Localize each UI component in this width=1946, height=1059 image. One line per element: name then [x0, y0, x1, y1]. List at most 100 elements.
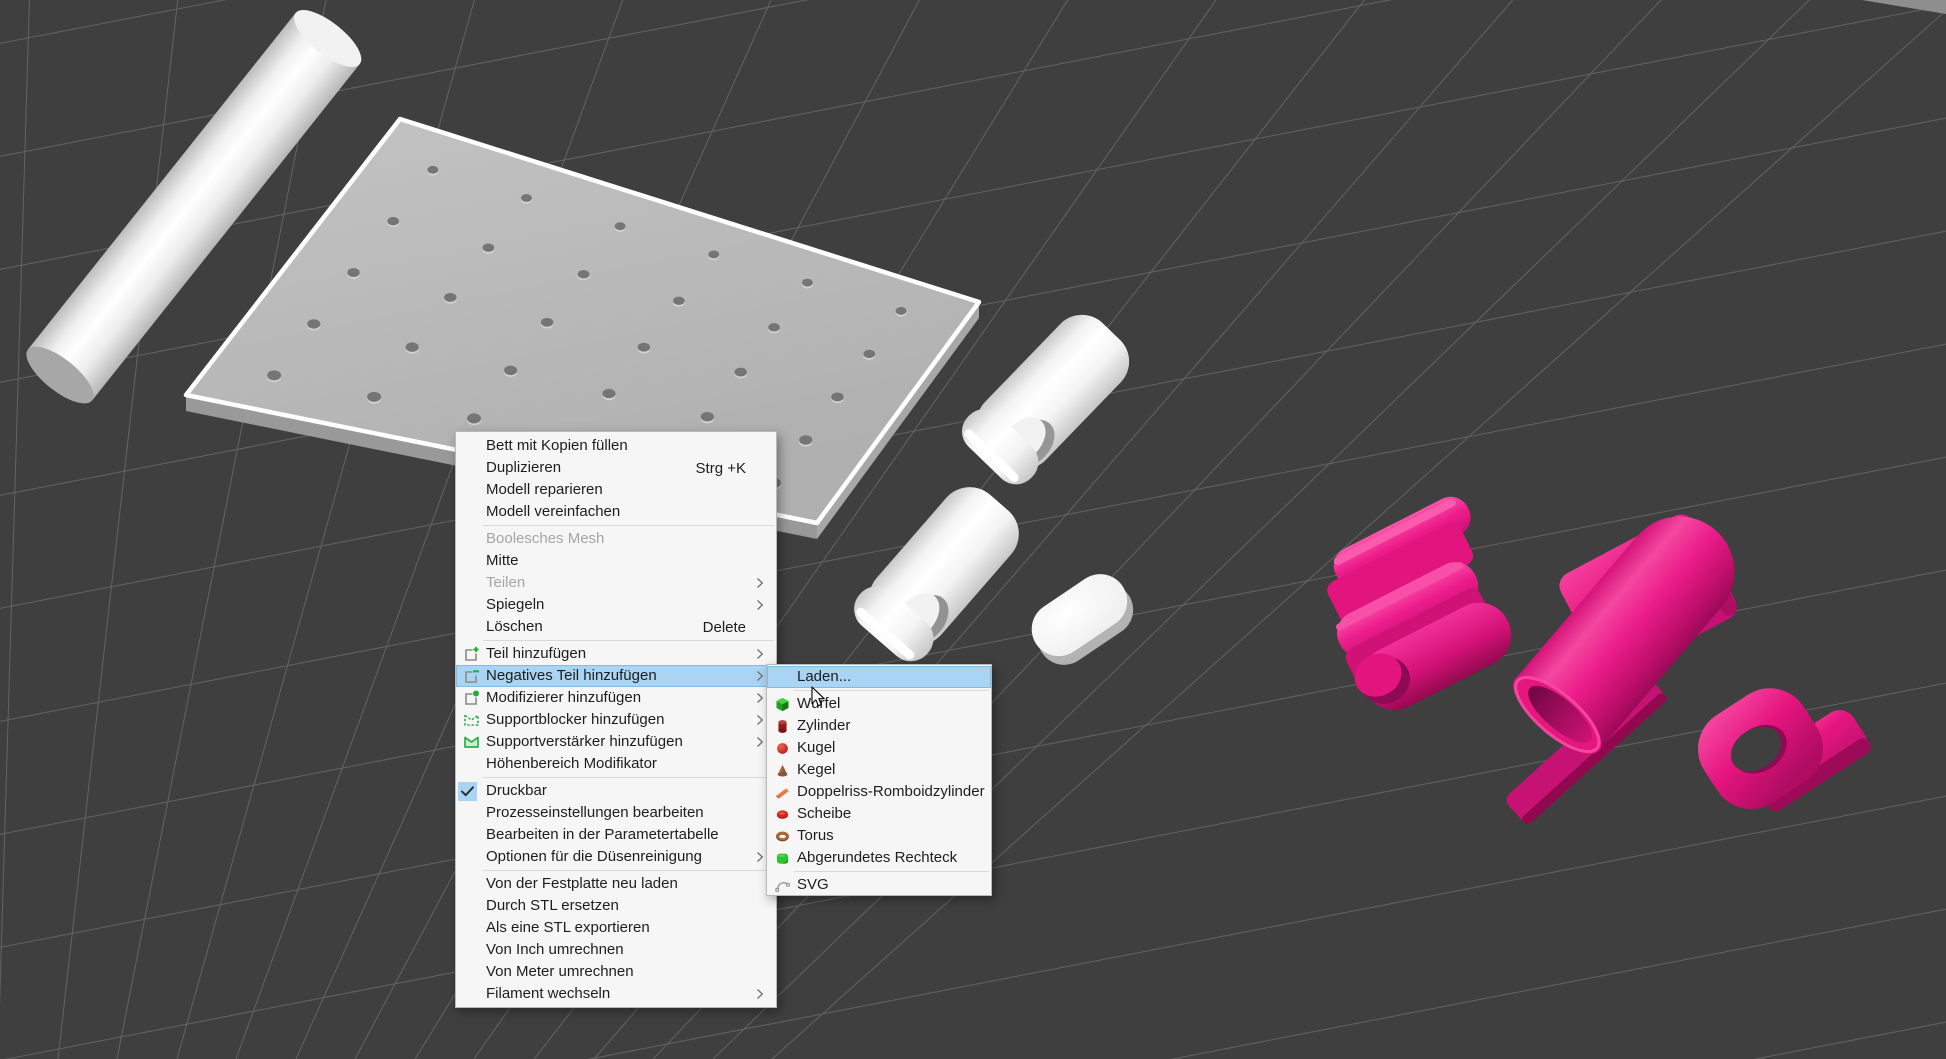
menu-item-durch-stl-ersetzen[interactable]: Durch STL ersetzen — [456, 895, 776, 917]
rounded-rect-icon — [775, 851, 790, 866]
menu-item-label: Höhenbereich Modifikator — [486, 753, 756, 775]
support-enforcer-icon — [463, 734, 480, 750]
icon-cell — [456, 665, 486, 687]
icon-cell — [767, 715, 797, 737]
menu-item-mitte[interactable]: Mitte — [456, 550, 776, 572]
icon-cell — [767, 759, 797, 781]
menu-item-von-meter-umrechnen[interactable]: Von Meter umrechnen — [456, 961, 776, 983]
menu-item-supportblocker-hinzuf-gen[interactable]: Supportblocker hinzufügen — [456, 709, 776, 731]
menu-item-modifizierer-hinzuf-gen[interactable]: Modifizierer hinzufügen — [456, 687, 776, 709]
menu-item-torus[interactable]: Torus — [767, 825, 991, 847]
cylinder-icon — [775, 719, 790, 734]
icon-cell — [767, 847, 797, 869]
icon-spacer — [456, 983, 486, 1005]
menu-item-laden[interactable]: Laden... — [767, 666, 991, 688]
menu-item-prozesseinstellungen-bearbeiten[interactable]: Prozesseinstellungen bearbeiten — [456, 802, 776, 824]
icon-spacer — [456, 550, 486, 572]
icon-spacer — [456, 528, 486, 550]
menu-item-label: Von Inch umrechnen — [486, 939, 756, 961]
menu-item-als-eine-stl-exportieren[interactable]: Als eine STL exportieren — [456, 917, 776, 939]
menu-item-duplizieren[interactable]: DuplizierenStrg +K — [456, 457, 776, 479]
menu-item-w-rfel[interactable]: Würfel — [767, 693, 991, 715]
icon-spacer — [456, 616, 486, 638]
menu-item-bearbeiten-in-der-parametertabelle[interactable]: Bearbeiten in der Parametertabelle — [456, 824, 776, 846]
menu-item-label: Durch STL ersetzen — [486, 895, 756, 917]
icon-spacer — [456, 594, 486, 616]
icon-spacer — [767, 666, 797, 688]
viewport-canvas[interactable] — [0, 0, 1946, 1059]
icon-spacer — [456, 846, 486, 868]
menu-item-kugel[interactable]: Kugel — [767, 737, 991, 759]
menu-item-h-henbereich-modifikator[interactable]: Höhenbereich Modifikator — [456, 753, 776, 775]
icon-cell — [767, 781, 797, 803]
menu-item-abgerundetes-rechteck[interactable]: Abgerundetes Rechteck — [767, 847, 991, 869]
menu-item-label: Modell reparieren — [486, 479, 756, 501]
icon-cell — [767, 803, 797, 825]
icon-spacer — [456, 961, 486, 983]
menu-item-label: Bett mit Kopien füllen — [486, 435, 756, 457]
icon-cell — [767, 825, 797, 847]
add-negative-part-icon — [463, 668, 480, 685]
menu-item-label: Laden... — [797, 666, 971, 688]
menu-item-von-der-festplatte-neu-laden[interactable]: Von der Festplatte neu laden — [456, 873, 776, 895]
menu-item-label: Doppelriss-Romboidzylinder — [797, 781, 985, 803]
menu-item-kegel[interactable]: Kegel — [767, 759, 991, 781]
menu-item-l-schen[interactable]: LöschenDelete — [456, 616, 776, 638]
menu-item-label: Scheibe — [797, 803, 971, 825]
icon-cell — [456, 643, 486, 665]
submenu-arrow-icon — [756, 577, 770, 589]
menu-item-bett-mit-kopien-f-llen[interactable]: Bett mit Kopien füllen — [456, 435, 776, 457]
menu-item-svg[interactable]: SVG — [767, 874, 991, 896]
menu-item-shortcut: Strg +K — [696, 460, 746, 477]
menu-item-optionen-f-r-die-d-senreinigung[interactable]: Optionen für die Düsenreinigung — [456, 846, 776, 868]
menu-item-label: Modell vereinfachen — [486, 501, 756, 523]
menu-item-modell-vereinfachen[interactable]: Modell vereinfachen — [456, 501, 776, 523]
shape-submenu: Laden... WürfelZylinderKugelKegelDoppelri… — [766, 664, 992, 896]
menu-item-druckbar[interactable]: Druckbar — [456, 780, 776, 802]
menu-item-label: Als eine STL exportieren — [486, 917, 756, 939]
cube-icon — [775, 697, 790, 712]
menu-item-label: Mitte — [486, 550, 756, 572]
menu-item-label: Torus — [797, 825, 971, 847]
menu-item-von-inch-umrechnen[interactable]: Von Inch umrechnen — [456, 939, 776, 961]
icon-spacer — [456, 895, 486, 917]
menu-item-label: SVG — [797, 874, 971, 896]
slicer-viewport: Bett mit Kopien füllenDuplizierenStrg +K… — [0, 0, 1946, 1059]
menu-item-negatives-teil-hinzuf-gen[interactable]: Negatives Teil hinzufügen — [456, 665, 776, 687]
menu-item-label: Optionen für die Düsenreinigung — [486, 846, 756, 868]
icon-spacer — [456, 753, 486, 775]
menu-item-label: Von der Festplatte neu laden — [486, 873, 756, 895]
menu-item-supportverst-rker-hinzuf-gen[interactable]: Supportverstärker hinzufügen — [456, 731, 776, 753]
submenu-arrow-icon — [756, 599, 770, 611]
menu-item-spiegeln[interactable]: Spiegeln — [456, 594, 776, 616]
icon-cell — [456, 687, 486, 709]
menu-item-label: Modifizierer hinzufügen — [486, 687, 756, 709]
menu-item-scheibe[interactable]: Scheibe — [767, 803, 991, 825]
menu-item-label: Druckbar — [486, 780, 756, 802]
icon-spacer — [456, 939, 486, 961]
menu-item-label: Teilen — [486, 572, 756, 594]
torus-icon — [775, 829, 790, 844]
menu-item-modell-reparieren[interactable]: Modell reparieren — [456, 479, 776, 501]
icon-spacer — [456, 501, 486, 523]
menu-item-teilen[interactable]: Teilen — [456, 572, 776, 594]
menu-item-label: Boolesches Mesh — [486, 528, 756, 550]
menu-separator — [483, 870, 774, 871]
menu-item-label: Kegel — [797, 759, 971, 781]
icon-cell — [767, 737, 797, 759]
menu-item-label: Negatives Teil hinzufügen — [486, 665, 756, 687]
menu-item-filament-wechseln[interactable]: Filament wechseln — [456, 983, 776, 1005]
menu-separator — [483, 777, 774, 778]
sphere-icon — [775, 741, 790, 756]
svg-curve-icon — [775, 878, 790, 893]
menu-item-teil-hinzuf-gen[interactable]: Teil hinzufügen — [456, 643, 776, 665]
menu-item-label: Löschen — [486, 616, 703, 638]
menu-item-label: Bearbeiten in der Parametertabelle — [486, 824, 756, 846]
icon-spacer — [456, 824, 486, 846]
menu-item-zylinder[interactable]: Zylinder — [767, 715, 991, 737]
menu-item-label: Supportblocker hinzufügen — [486, 709, 756, 731]
rhomboid-icon — [775, 785, 790, 800]
menu-item-boolesches-mesh[interactable]: Boolesches Mesh — [456, 528, 776, 550]
submenu-arrow-icon — [756, 988, 770, 1000]
menu-item-doppelriss-romboidzylinder[interactable]: Doppelriss-Romboidzylinder — [767, 781, 991, 803]
